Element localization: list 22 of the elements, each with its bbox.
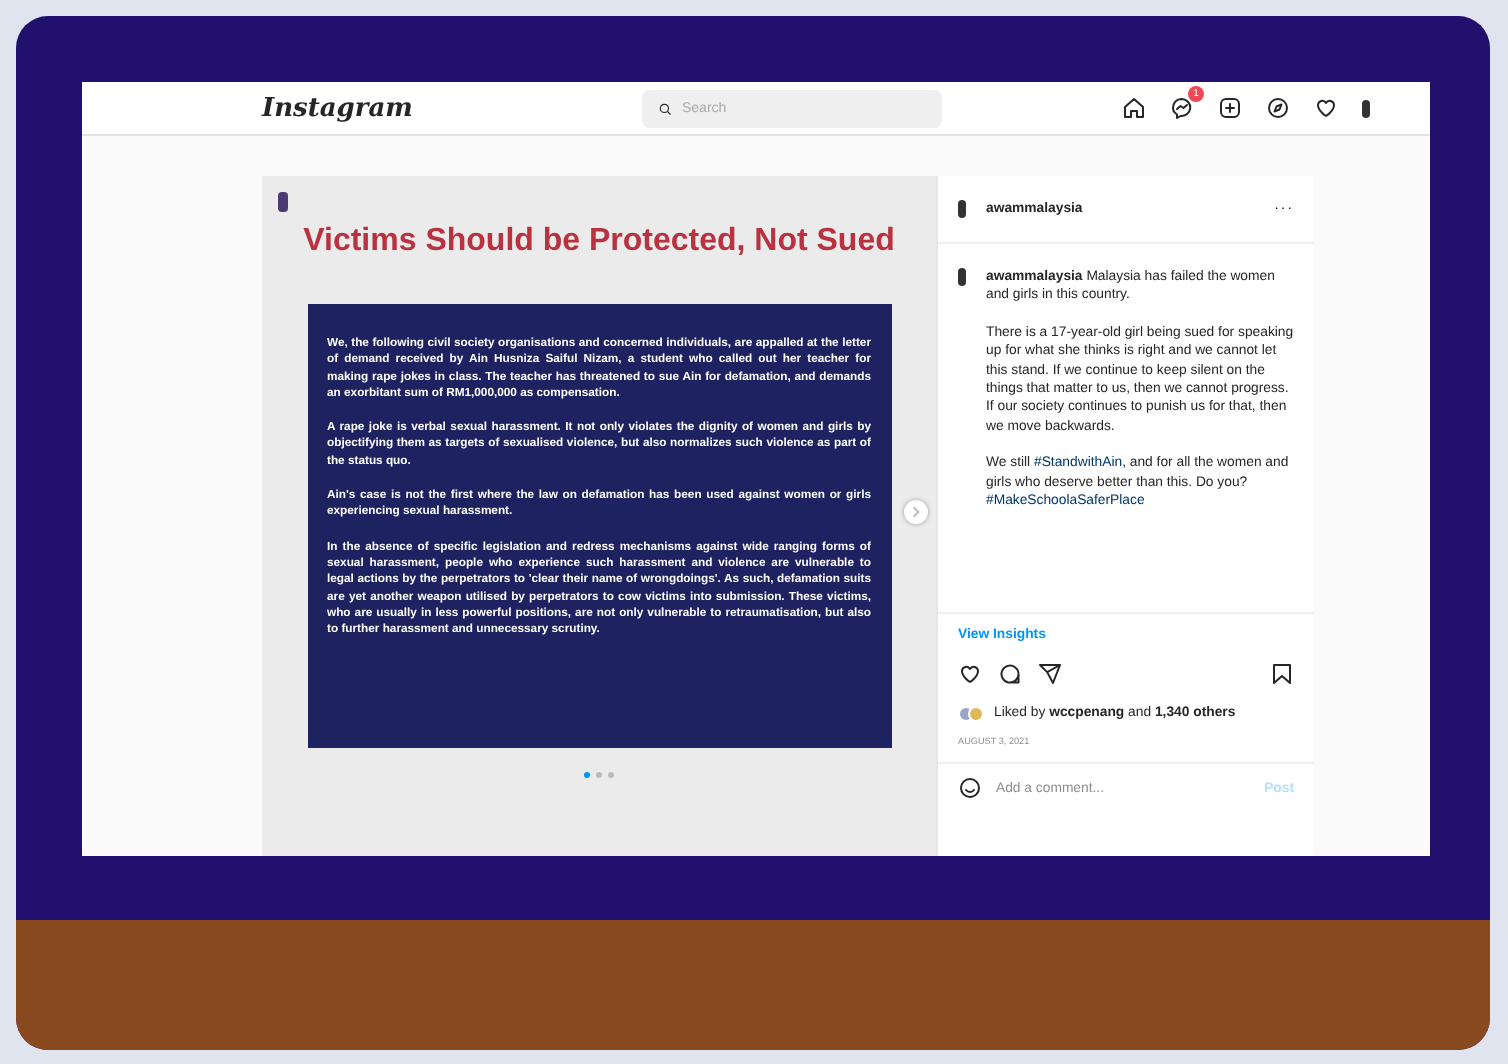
comment-icon[interactable] — [998, 662, 1022, 686]
carousel-dot[interactable] — [596, 772, 602, 778]
home-icon[interactable] — [1122, 96, 1146, 120]
carousel-dot[interactable] — [584, 772, 590, 778]
heart-icon[interactable] — [958, 662, 982, 686]
carousel-dot[interactable] — [608, 772, 614, 778]
share-icon[interactable] — [1038, 662, 1062, 686]
emoji-icon[interactable] — [958, 776, 982, 801]
search-icon — [658, 101, 672, 115]
messenger-icon[interactable] — [1170, 96, 1194, 120]
compass-icon[interactable] — [1266, 96, 1290, 120]
heart-icon[interactable] — [1314, 96, 1338, 120]
user-avatar[interactable] — [958, 200, 966, 218]
bookmark-icon[interactable] — [1270, 662, 1294, 686]
add-icon[interactable] — [1218, 96, 1242, 120]
organisation-logo — [278, 192, 288, 212]
post-title: Victims Should be Protected, Not Sued — [301, 222, 897, 262]
chevron-right-icon — [910, 506, 922, 518]
user-avatar[interactable] — [958, 268, 966, 286]
instagram-logo[interactable]: Instagram — [262, 93, 642, 123]
profile-avatar[interactable] — [1362, 99, 1370, 117]
liker-avatars — [958, 706, 986, 723]
